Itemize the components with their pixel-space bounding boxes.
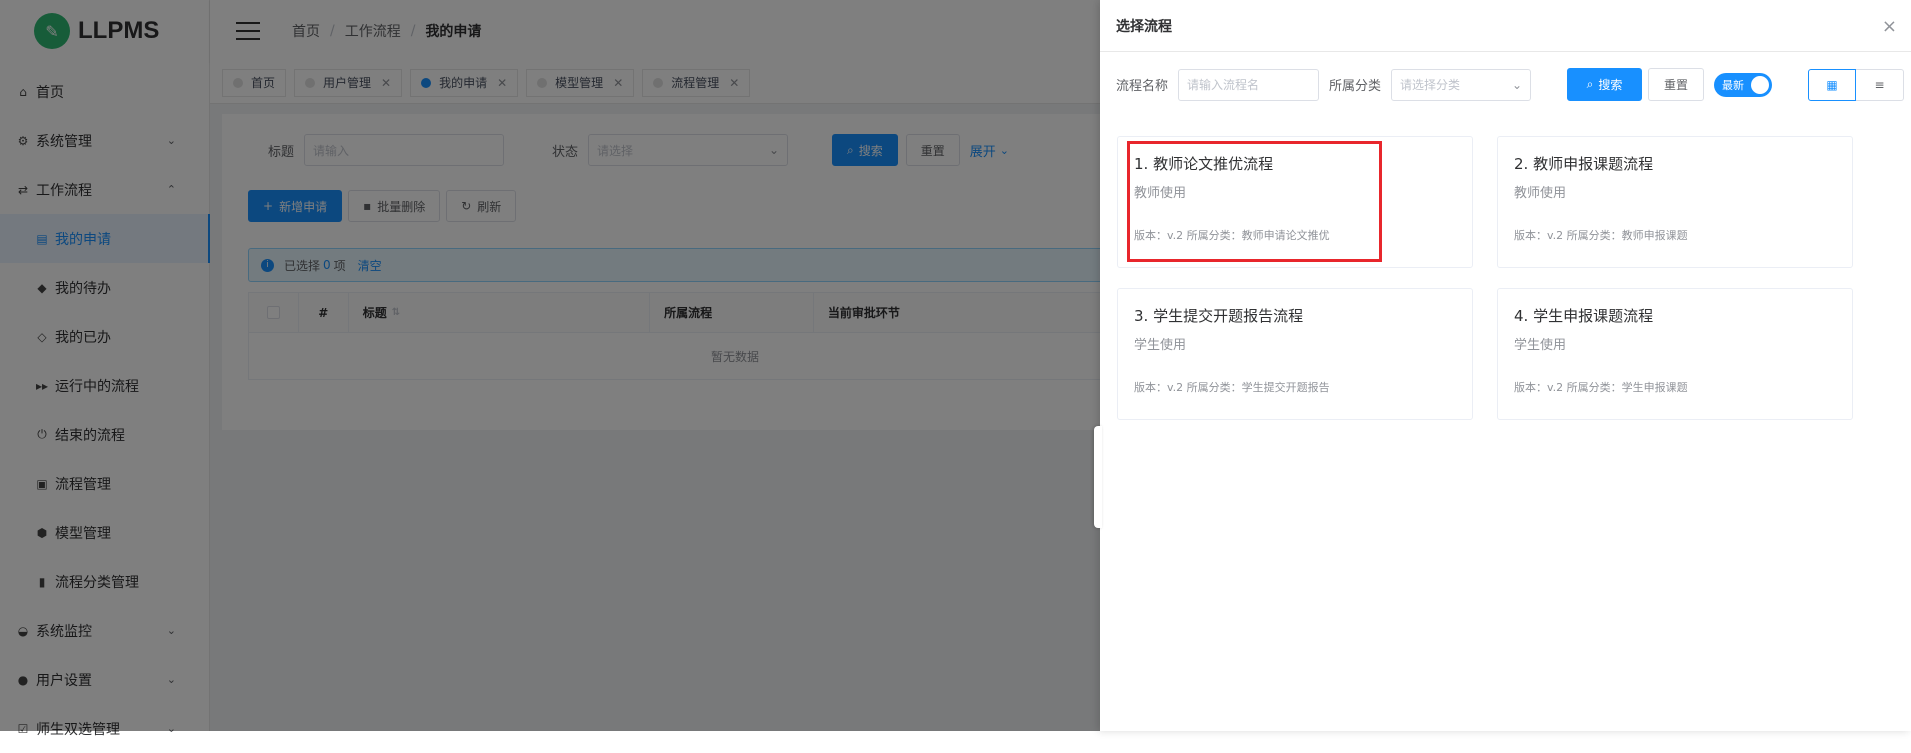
list-icon: ≡ bbox=[1874, 77, 1885, 92]
drawer-search-button[interactable]: ⌕ 搜索 bbox=[1567, 68, 1643, 101]
search-icon: ⌕ bbox=[1586, 77, 1594, 91]
latest-toggle-label: 最新 bbox=[1722, 78, 1745, 92]
process-meta: 版本：v.2 所属分类：教师申报课题 bbox=[1514, 229, 1688, 242]
process-desc: 学生使用 bbox=[1514, 338, 1567, 353]
close-icon[interactable]: × bbox=[1882, 16, 1897, 37]
latest-toggle[interactable]: 最新 bbox=[1714, 72, 1773, 97]
drawer-header: 选择流程 × bbox=[1100, 0, 1911, 52]
select-process-drawer: 选择流程 × 流程名称 请输入流程名 所属分类 请选择分类 ⌄ ⌕ 搜索 重置 … bbox=[1094, 0, 1911, 731]
category-select[interactable]: 请选择分类 ⌄ bbox=[1391, 68, 1532, 101]
chevron-down-icon: ⌄ bbox=[1511, 77, 1523, 92]
process-desc: 学生使用 bbox=[1134, 338, 1187, 353]
modal-overlay[interactable] bbox=[0, 0, 1100, 731]
process-name-label: 流程名称 bbox=[1116, 79, 1169, 94]
process-meta: 版本：v.2 所属分类：学生申报课题 bbox=[1514, 381, 1688, 394]
process-title: 2. 教师申报课题流程 bbox=[1514, 155, 1654, 173]
drawer-search-label: 搜索 bbox=[1598, 78, 1623, 92]
grid-icon: ▦ bbox=[1826, 77, 1838, 92]
drawer-title: 选择流程 bbox=[1116, 18, 1172, 35]
process-card[interactable]: 4. 学生申报课题流程 学生使用 版本：v.2 所属分类：学生申报课题 bbox=[1497, 288, 1853, 420]
drawer-search-bar: 流程名称 请输入流程名 所属分类 请选择分类 ⌄ ⌕ 搜索 重置 最新 ▦ ≡ bbox=[1116, 68, 1905, 101]
process-title: 4. 学生申报课题流程 bbox=[1514, 307, 1654, 325]
process-card[interactable]: 2. 教师申报课题流程 教师使用 版本：v.2 所属分类：教师申报课题 bbox=[1497, 136, 1853, 268]
drawer-reset-button[interactable]: 重置 bbox=[1648, 68, 1705, 101]
drawer-resize-handle[interactable] bbox=[1094, 426, 1102, 528]
process-title: 3. 学生提交开题报告流程 bbox=[1134, 307, 1304, 325]
category-label: 所属分类 bbox=[1329, 79, 1382, 94]
category-placeholder: 请选择分类 bbox=[1400, 78, 1461, 92]
highlight-box bbox=[1127, 141, 1382, 262]
process-name-input[interactable]: 请输入流程名 bbox=[1178, 68, 1320, 101]
process-desc: 教师使用 bbox=[1514, 186, 1567, 201]
process-card[interactable]: 3. 学生提交开题报告流程 学生使用 版本：v.2 所属分类：学生提交开题报告 bbox=[1117, 288, 1473, 420]
list-view-button[interactable]: ≡ bbox=[1856, 68, 1905, 101]
toggle-knob bbox=[1751, 75, 1770, 94]
process-meta: 版本：v.2 所属分类：学生提交开题报告 bbox=[1134, 381, 1330, 394]
grid-view-button[interactable]: ▦ bbox=[1808, 68, 1857, 101]
app-root: ✎ LLPMS ⌂ 首页 ⚙ 系统管理 ⌄ ⇄ 工作流程 ⌃ ▤ 我的申请 ◆ … bbox=[0, 0, 1911, 738]
